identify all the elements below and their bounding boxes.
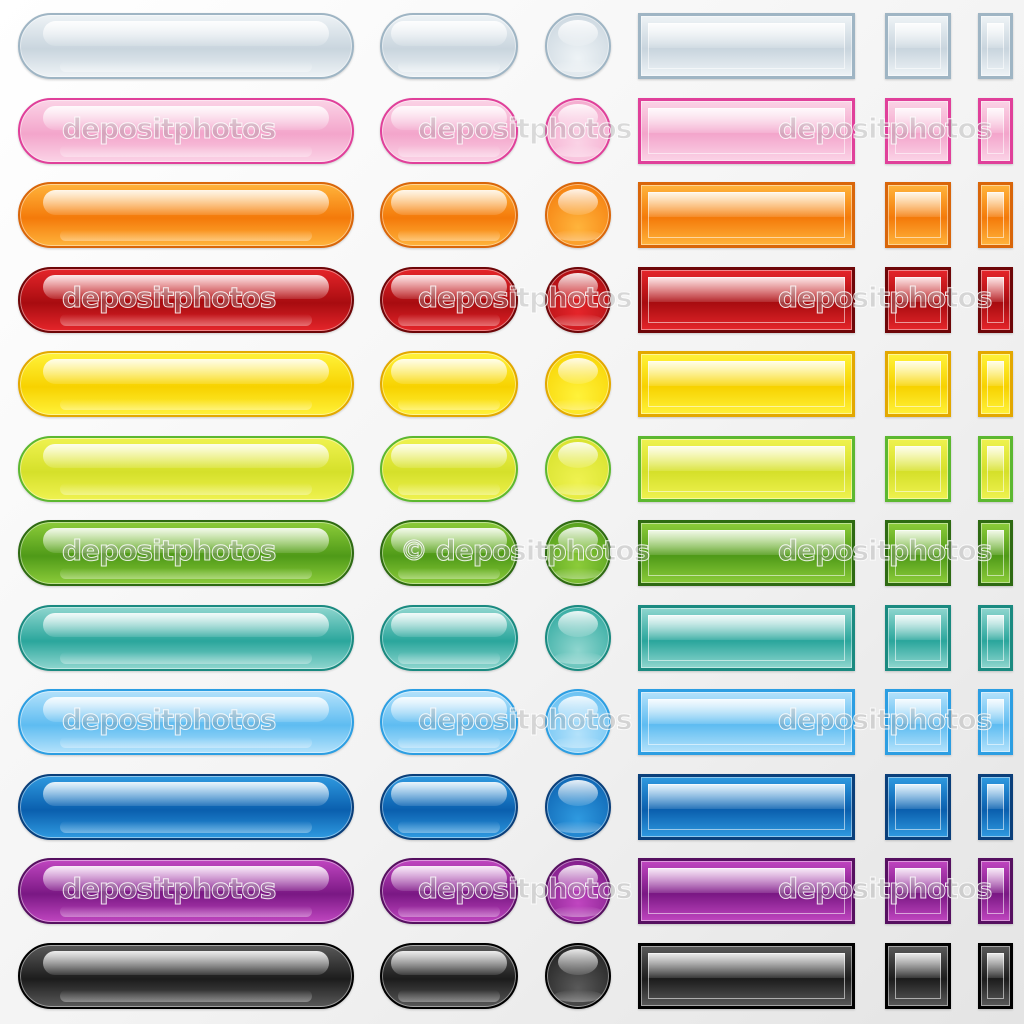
orange-short-pill-button[interactable] [380,182,518,248]
lime-short-pill-button[interactable] [380,435,518,502]
button-row-light-blue [0,689,1024,755]
purple-round-button[interactable] [545,858,611,924]
red-round-button[interactable] [545,266,611,333]
green-slim-rect-button[interactable] [978,520,1013,586]
light-blue-wide-pill-button[interactable] [18,689,354,755]
lime-wide-pill-button[interactable] [18,435,354,502]
teal-wide-rect-button[interactable] [638,604,855,671]
yellow-wide-pill-button[interactable] [18,351,354,417]
green-wide-pill-button[interactable] [18,520,354,586]
button-row-yellow [0,351,1024,417]
blue-short-pill-button[interactable] [380,773,518,840]
purple-square-button[interactable] [885,858,951,924]
white-square-button[interactable] [885,13,951,79]
red-slim-rect-button[interactable] [978,266,1013,333]
blue-slim-rect-button[interactable] [978,773,1013,840]
lime-wide-rect-button[interactable] [638,435,855,502]
yellow-wide-rect-button[interactable] [638,351,855,417]
button-row-lime [0,435,1024,502]
red-wide-rect-button[interactable] [638,266,855,333]
black-slim-rect-button[interactable] [978,942,1013,1009]
orange-wide-rect-button[interactable] [638,182,855,248]
orange-slim-rect-button[interactable] [978,182,1013,248]
button-row-red [0,266,1024,333]
yellow-short-pill-button[interactable] [380,351,518,417]
pink-square-button[interactable] [885,97,951,164]
teal-wide-pill-button[interactable] [18,604,354,671]
white-wide-rect-button[interactable] [638,13,855,79]
teal-square-button[interactable] [885,604,951,671]
teal-slim-rect-button[interactable] [978,604,1013,671]
black-wide-rect-button[interactable] [638,942,855,1009]
purple-wide-pill-button[interactable] [18,858,354,924]
white-wide-pill-button[interactable] [18,13,354,79]
button-row-white [0,13,1024,79]
teal-short-pill-button[interactable] [380,604,518,671]
red-short-pill-button[interactable] [380,266,518,333]
light-blue-round-button[interactable] [545,689,611,755]
light-blue-square-button[interactable] [885,689,951,755]
blue-wide-pill-button[interactable] [18,773,354,840]
black-wide-pill-button[interactable] [18,942,354,1009]
yellow-round-button[interactable] [545,351,611,417]
red-square-button[interactable] [885,266,951,333]
purple-slim-rect-button[interactable] [978,858,1013,924]
pink-wide-pill-button[interactable] [18,97,354,164]
orange-wide-pill-button[interactable] [18,182,354,248]
button-row-purple [0,858,1024,924]
white-slim-rect-button[interactable] [978,13,1013,79]
black-round-button[interactable] [545,942,611,1009]
green-wide-rect-button[interactable] [638,520,855,586]
lime-round-button[interactable] [545,435,611,502]
button-row-green [0,520,1024,586]
button-row-orange [0,182,1024,248]
light-blue-wide-rect-button[interactable] [638,689,855,755]
yellow-square-button[interactable] [885,351,951,417]
lime-slim-rect-button[interactable] [978,435,1013,502]
light-blue-slim-rect-button[interactable] [978,689,1013,755]
button-row-black [0,942,1024,1009]
pink-short-pill-button[interactable] [380,97,518,164]
button-swatch-sheet: depositphotosdepositphotosdepositphotosd… [0,0,1024,1024]
button-row-blue [0,773,1024,840]
blue-round-button[interactable] [545,773,611,840]
red-wide-pill-button[interactable] [18,266,354,333]
orange-round-button[interactable] [545,182,611,248]
pink-round-button[interactable] [545,97,611,164]
pink-slim-rect-button[interactable] [978,97,1013,164]
green-round-button[interactable] [545,520,611,586]
purple-short-pill-button[interactable] [380,858,518,924]
orange-square-button[interactable] [885,182,951,248]
black-square-button[interactable] [885,942,951,1009]
green-short-pill-button[interactable] [380,520,518,586]
purple-wide-rect-button[interactable] [638,858,855,924]
blue-wide-rect-button[interactable] [638,773,855,840]
white-round-button[interactable] [545,13,611,79]
button-row-pink [0,97,1024,164]
lime-square-button[interactable] [885,435,951,502]
green-square-button[interactable] [885,520,951,586]
pink-wide-rect-button[interactable] [638,97,855,164]
light-blue-short-pill-button[interactable] [380,689,518,755]
yellow-slim-rect-button[interactable] [978,351,1013,417]
black-short-pill-button[interactable] [380,942,518,1009]
teal-round-button[interactable] [545,604,611,671]
blue-square-button[interactable] [885,773,951,840]
button-row-teal [0,604,1024,671]
white-short-pill-button[interactable] [380,13,518,79]
